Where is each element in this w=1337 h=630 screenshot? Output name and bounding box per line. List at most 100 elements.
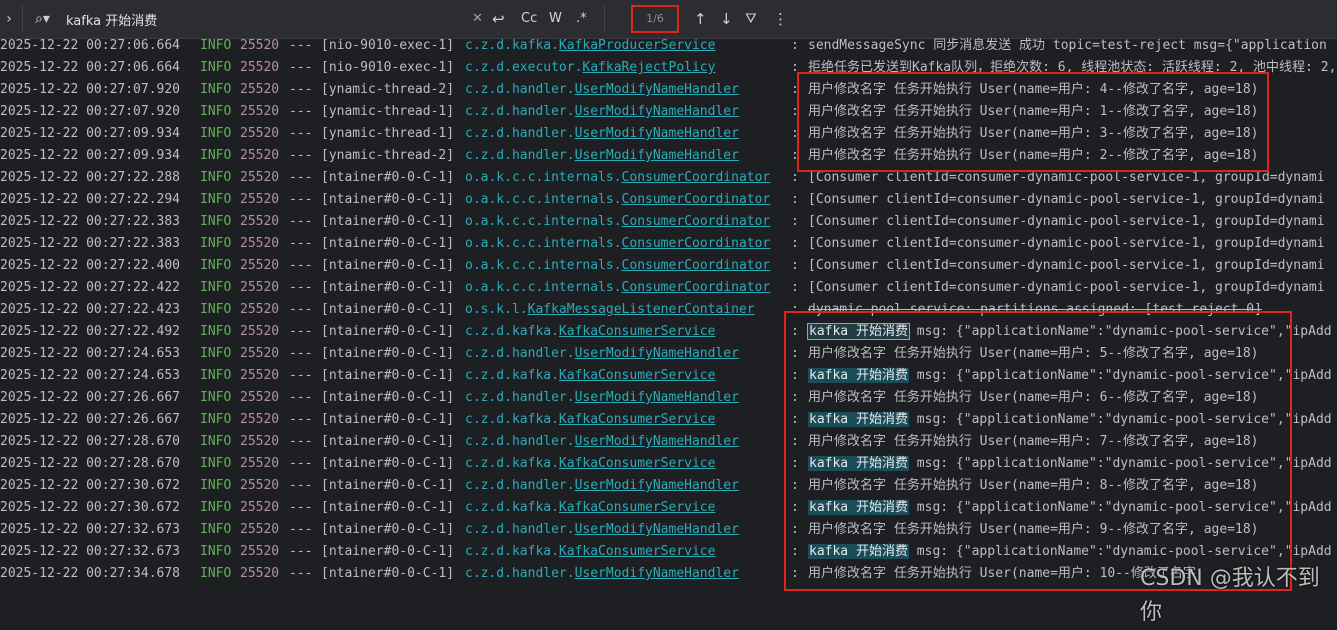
log-message: 用户修改名字 任务开始执行 User(name=用户: 3--修改了名字, ag…: [808, 123, 1259, 145]
log-thread: [ntainer#0-0-C-1]: [321, 434, 455, 449]
log-timestamp: 2025-12-22 00:27:22.423: [0, 302, 181, 317]
logger-package: c.z.d.kafka.: [465, 500, 559, 515]
log-message: 用户修改名字 任务开始执行 User(name=用户: 1--修改了名字, ag…: [808, 101, 1259, 123]
search-match: kafka 开始消费: [808, 500, 909, 515]
log-thread: [ntainer#0-0-C-1]: [321, 280, 455, 295]
logger-class-link[interactable]: KafkaProducerService: [559, 38, 716, 53]
log-separator: ---: [289, 500, 313, 515]
log-separator: ---: [289, 126, 313, 141]
log-message: 用户修改名字 任务开始执行 User(name=用户: 8--修改了名字, ag…: [808, 475, 1259, 497]
logger-class-link[interactable]: ConsumerCoordinator: [622, 280, 771, 295]
log-separator: ---: [289, 214, 313, 229]
clear-icon[interactable]: ✕: [472, 0, 483, 38]
log-colon: :: [791, 104, 799, 119]
log-logger: c.z.d.kafka.KafkaConsumerService: [465, 409, 715, 431]
logger-class-link[interactable]: KafkaConsumerService: [559, 324, 716, 339]
chevron-right-icon[interactable]: ›: [2, 0, 16, 38]
log-logger: c.z.d.handler.UserModifyNameHandler: [465, 145, 739, 167]
logger-class-link[interactable]: ConsumerCoordinator: [622, 214, 771, 229]
log-colon: :: [791, 82, 799, 97]
logger-class-link[interactable]: KafkaConsumerService: [559, 412, 716, 427]
log-thread: [ntainer#0-0-C-1]: [321, 478, 455, 493]
regex-button[interactable]: .*: [576, 0, 587, 38]
log-timestamp: 2025-12-22 00:27:28.670: [0, 434, 181, 449]
log-separator: ---: [289, 434, 313, 449]
logger-class-link[interactable]: UserModifyNameHandler: [575, 126, 739, 141]
more-icon[interactable]: ⋮: [773, 0, 788, 38]
log-colon: :: [791, 280, 799, 295]
logger-package: o.a.k.c.c.internals.: [465, 236, 622, 251]
logger-class-link[interactable]: UserModifyNameHandler: [575, 390, 739, 405]
search-input[interactable]: [66, 9, 461, 29]
log-thread: [nio-9010-exec-1]: [321, 60, 455, 75]
whole-word-button[interactable]: W: [549, 0, 562, 38]
wrap-icon[interactable]: ↩: [492, 0, 505, 38]
logger-package: c.z.d.kafka.: [465, 368, 559, 383]
log-logger: o.a.k.c.c.internals.ConsumerCoordinator: [465, 211, 770, 233]
log-timestamp: 2025-12-22 00:27:26.667: [0, 390, 181, 405]
logger-class-link[interactable]: UserModifyNameHandler: [575, 346, 739, 361]
log-logger: c.z.d.handler.UserModifyNameHandler: [465, 475, 739, 497]
search-icon[interactable]: ⌕▾: [35, 0, 50, 38]
search-match: kafka 开始消费: [808, 456, 909, 471]
log-separator: ---: [289, 258, 313, 273]
log-message-text: 用户修改名字 任务开始执行 User(name=用户: 9--修改了名字, ag…: [808, 522, 1259, 537]
filter-icon[interactable]: ⛛: [745, 0, 757, 38]
log-level: INFO: [200, 346, 232, 361]
match-case-button[interactable]: Cc: [521, 0, 537, 38]
logger-class-link[interactable]: KafkaConsumerService: [559, 500, 716, 515]
arrow-down-icon[interactable]: ↓: [720, 0, 733, 38]
logger-class-link[interactable]: ConsumerCoordinator: [622, 236, 771, 251]
log-logger: c.z.d.handler.UserModifyNameHandler: [465, 563, 739, 585]
log-colon: :: [791, 236, 799, 251]
log-colon: :: [791, 522, 799, 537]
logger-class-link[interactable]: UserModifyNameHandler: [575, 148, 739, 163]
log-colon: :: [791, 390, 799, 405]
log-message-text: [Consumer clientId=consumer-dynamic-pool…: [808, 236, 1325, 251]
logger-class-link[interactable]: UserModifyNameHandler: [575, 104, 739, 119]
log-colon: :: [791, 544, 799, 559]
log-pid: 25520: [240, 236, 280, 251]
logger-class-link[interactable]: KafkaConsumerService: [559, 544, 716, 559]
log-colon: :: [791, 500, 799, 515]
log-message-text: 拒绝任务已发送到Kafka队列，拒绝次数: 6, 线程池状态: 活跃线程: 2,…: [808, 60, 1337, 75]
logger-class-link[interactable]: KafkaMessageListenerContainer: [528, 302, 755, 317]
logger-class-link[interactable]: UserModifyNameHandler: [575, 522, 739, 537]
log-logger: o.a.k.c.c.internals.ConsumerCoordinator: [465, 189, 770, 211]
logger-class-link[interactable]: UserModifyNameHandler: [575, 82, 739, 97]
log-timestamp: 2025-12-22 00:27:30.672: [0, 500, 181, 515]
logger-class-link[interactable]: ConsumerCoordinator: [622, 170, 771, 185]
log-separator: ---: [289, 170, 313, 185]
logger-package: c.z.d.handler.: [465, 346, 575, 361]
logger-class-link[interactable]: UserModifyNameHandler: [575, 478, 739, 493]
logger-package: c.z.d.handler.: [465, 434, 575, 449]
log-logger: c.z.d.handler.UserModifyNameHandler: [465, 123, 739, 145]
logger-class-link[interactable]: ConsumerCoordinator: [622, 258, 771, 273]
logger-class-link[interactable]: KafkaConsumerService: [559, 368, 716, 383]
log-message-text: 用户修改名字 任务开始执行 User(name=用户: 6--修改了名字, ag…: [808, 390, 1259, 405]
log-logger: o.a.k.c.c.internals.ConsumerCoordinator: [465, 255, 770, 277]
log-message-text: 用户修改名字 任务开始执行 User(name=用户: 1--修改了名字, ag…: [808, 104, 1259, 119]
log-level: INFO: [200, 412, 232, 427]
log-message-text: 用户修改名字 任务开始执行 User(name=用户: 7--修改了名字, ag…: [808, 434, 1259, 449]
log-logger: c.z.d.handler.UserModifyNameHandler: [465, 79, 739, 101]
logger-class-link[interactable]: UserModifyNameHandler: [575, 566, 739, 581]
logger-class-link[interactable]: UserModifyNameHandler: [575, 434, 739, 449]
log-colon: :: [791, 214, 799, 229]
logger-class-link[interactable]: KafkaConsumerService: [559, 456, 716, 471]
log-logger: c.z.d.kafka.KafkaConsumerService: [465, 321, 715, 343]
log-pid: 25520: [240, 544, 280, 559]
search-bar: › ⌕▾ ✕ ↩ Cc W .* 1/6 ↑ ↓ ⛛ ⋮: [0, 0, 1337, 39]
logger-class-link[interactable]: ConsumerCoordinator: [622, 192, 771, 207]
log-message: 用户修改名字 任务开始执行 User(name=用户: 10--修改了名字: [808, 563, 1196, 585]
log-message: [Consumer clientId=consumer-dynamic-pool…: [808, 277, 1325, 299]
log-level: INFO: [200, 456, 232, 471]
logger-package: o.a.k.c.c.internals.: [465, 258, 622, 273]
log-output[interactable]: 2025-12-22 00:27:06.664 INFO 25520 --- [nio-…: [0, 35, 1337, 602]
logger-class-link[interactable]: KafkaRejectPolicy: [582, 60, 715, 75]
log-message: kafka 开始消费 msg: {"applicationName":"dyna…: [807, 321, 1332, 343]
log-timestamp: 2025-12-22 00:27:32.673: [0, 544, 181, 559]
arrow-up-icon[interactable]: ↑: [694, 0, 707, 38]
log-colon: :: [791, 478, 799, 493]
log-level: INFO: [200, 82, 232, 97]
